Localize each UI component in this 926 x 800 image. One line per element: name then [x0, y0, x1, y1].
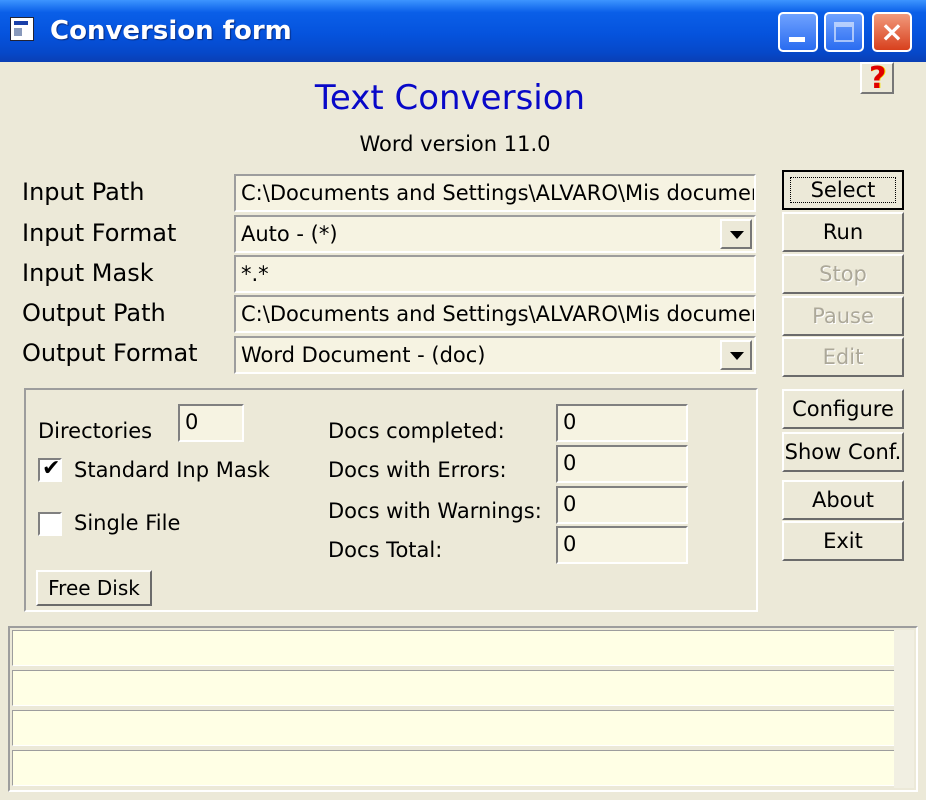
docs-total-field[interactable]: 0 — [556, 526, 688, 564]
list-item[interactable] — [12, 750, 896, 786]
output-path-field[interactable]: C:\Documents and Settings\ALVARO\Mis doc… — [234, 295, 756, 333]
chevron-down-icon[interactable] — [720, 219, 752, 249]
standard-inp-mask-checkbox[interactable]: ✔ — [38, 456, 62, 482]
docs-errors-label: Docs with Errors: — [328, 458, 507, 482]
input-format-value: Auto - (*) — [241, 222, 338, 246]
output-path-label: Output Path — [22, 299, 166, 327]
directories-field[interactable]: 0 — [178, 404, 244, 442]
configure-button[interactable]: Configure — [782, 389, 904, 429]
window-title: Conversion form — [50, 16, 292, 46]
edit-button[interactable]: Edit — [782, 337, 904, 377]
output-format-label: Output Format — [22, 339, 198, 367]
minimize-icon — [789, 37, 805, 42]
conversion-form-window: Conversion form × ? Text Conversion Word… — [0, 0, 926, 800]
word-version-label: Word version 11.0 — [359, 132, 551, 156]
docs-warnings-label: Docs with Warnings: — [328, 499, 542, 523]
input-format-select[interactable]: Auto - (*) — [234, 215, 756, 253]
input-format-label: Input Format — [22, 219, 177, 247]
about-button[interactable]: About — [782, 480, 904, 520]
docs-warnings-field[interactable]: 0 — [556, 486, 688, 524]
log-list[interactable] — [8, 626, 918, 792]
list-item[interactable] — [12, 670, 896, 706]
docs-errors-field[interactable]: 0 — [556, 445, 688, 483]
docs-completed-label: Docs completed: — [328, 419, 505, 443]
directories-label: Directories — [38, 419, 153, 443]
free-disk-button[interactable]: Free Disk — [36, 570, 152, 606]
stop-button[interactable]: Stop — [782, 254, 904, 294]
output-format-value: Word Document - (doc) — [241, 343, 486, 367]
minimize-button[interactable] — [778, 12, 818, 52]
app-icon[interactable] — [10, 17, 34, 41]
close-button[interactable]: × — [872, 12, 912, 52]
list-item[interactable] — [12, 710, 896, 746]
maximize-icon — [834, 22, 854, 42]
output-format-select[interactable]: Word Document - (doc) — [234, 336, 756, 374]
docs-completed-field[interactable]: 0 — [556, 404, 688, 442]
standard-inp-mask-label: Standard Inp Mask — [74, 458, 270, 482]
single-file-checkbox[interactable] — [38, 512, 62, 536]
select-button[interactable]: Select — [782, 170, 904, 210]
docs-total-label: Docs Total: — [328, 538, 443, 562]
close-icon: × — [880, 15, 904, 48]
input-path-label: Input Path — [22, 178, 145, 206]
title-bar[interactable]: Conversion form × — [0, 0, 926, 62]
show-conf-button[interactable]: Show Conf. — [782, 432, 904, 472]
page-title: Text Conversion — [314, 78, 586, 118]
pause-button[interactable]: Pause — [782, 296, 904, 336]
single-file-label: Single File — [74, 511, 181, 535]
list-item[interactable] — [12, 630, 896, 666]
input-mask-field[interactable]: *.* — [234, 255, 756, 293]
check-icon: ✔ — [42, 456, 61, 481]
input-path-field[interactable]: C:\Documents and Settings\ALVARO\Mis doc… — [234, 174, 756, 212]
input-mask-label: Input Mask — [22, 259, 154, 287]
chevron-down-icon[interactable] — [720, 340, 752, 370]
run-button[interactable]: Run — [782, 212, 904, 252]
vertical-scrollbar[interactable] — [894, 630, 914, 788]
exit-button[interactable]: Exit — [782, 521, 904, 561]
maximize-button[interactable] — [824, 12, 864, 52]
